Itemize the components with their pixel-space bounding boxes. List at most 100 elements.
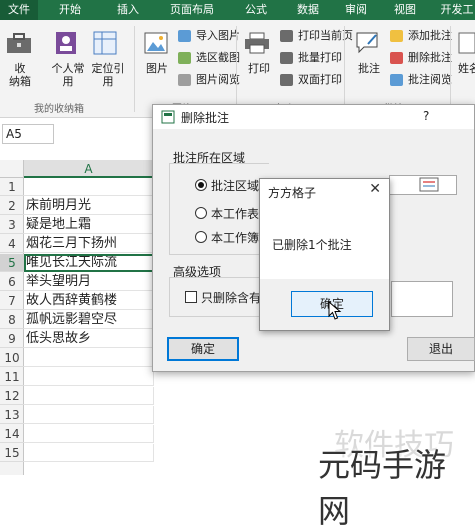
row-header[interactable]: 7 [0, 292, 24, 310]
delete-comment-label: 删除批注 [408, 51, 452, 64]
radio-area[interactable] [195, 179, 207, 191]
select-capture-label: 选区截图 [196, 51, 240, 64]
row-header[interactable]: 9 [0, 330, 24, 348]
cell-a[interactable]: 故人西辞黄鹤楼 [24, 292, 154, 310]
row-header[interactable]: 12 [0, 387, 24, 405]
cell-a[interactable] [24, 349, 154, 367]
picture-browse-icon [178, 74, 191, 86]
comment-button[interactable]: 批注 [354, 62, 384, 75]
cell-a[interactable]: 唯见长江天际流 [24, 254, 154, 272]
locate-ref-button[interactable]: 定位引 用 [88, 62, 128, 88]
cell-a[interactable] [24, 368, 154, 386]
cell-a[interactable]: 烟花三月下扬州 [24, 235, 154, 253]
row-header[interactable]: 11 [0, 368, 24, 386]
close-icon[interactable]: ✕ [369, 181, 381, 197]
tab-file[interactable]: 文件 [0, 0, 38, 20]
select-all-corner[interactable] [0, 160, 24, 178]
cell-a[interactable] [24, 444, 154, 462]
tab-page-layout[interactable]: 页面布局 [160, 0, 224, 20]
row-header[interactable]: 5 [0, 254, 24, 272]
dialog-app-icon [161, 110, 175, 127]
dialog-titlebar: 删除批注 ? [153, 105, 474, 129]
my-toolbox-group-label: 我的收纳箱 [34, 104, 84, 115]
menu-bar: 文件 开始 插入 页面布局 公式 数据 审阅 视图 开发工 [0, 0, 475, 20]
ribbon-separator [236, 26, 237, 112]
delete-comment-icon [390, 52, 403, 64]
row-header[interactable]: 13 [0, 406, 24, 424]
cell-a[interactable] [24, 387, 154, 405]
advanced-text-input[interactable] [391, 281, 453, 317]
row-header-bar: 1 2 3 4 5 6 7 8 9 10 11 12 13 14 15 [0, 178, 24, 475]
batch-print-icon [280, 52, 293, 64]
picture-browse-label: 图片阅览 [196, 73, 240, 86]
select-capture-button[interactable]: 选区截图 [178, 50, 240, 66]
row-header[interactable]: 15 [0, 444, 24, 462]
print-current-icon [280, 30, 293, 42]
dialog-help-button[interactable]: ? [423, 109, 429, 123]
picture-browse-button[interactable]: 图片阅览 [178, 72, 240, 88]
tab-view[interactable]: 视图 [385, 0, 425, 20]
radio-sheet[interactable] [195, 207, 207, 219]
column-header-a[interactable]: A [24, 160, 154, 178]
exit-button[interactable]: 退出 [407, 337, 475, 361]
cell-a[interactable]: 举头望明月 [24, 273, 154, 291]
cell-a[interactable] [24, 178, 154, 196]
tab-review[interactable]: 审阅 [338, 0, 374, 20]
tab-developer[interactable]: 开发工 [437, 0, 475, 20]
tab-data[interactable]: 数据 [288, 0, 328, 20]
batch-print-button[interactable]: 批量打印 [280, 50, 342, 66]
row-header[interactable]: 4 [0, 235, 24, 253]
personal-icon [52, 30, 80, 56]
add-comment-button[interactable]: 添加批注 [390, 28, 452, 44]
locate-ref-icon [92, 30, 118, 56]
ribbon-separator [450, 26, 451, 112]
row-header[interactable]: 6 [0, 273, 24, 291]
tab-insert[interactable]: 插入 [108, 0, 148, 20]
tab-home[interactable]: 开始 [52, 0, 88, 20]
comment-icon [354, 30, 380, 56]
ok-button[interactable]: 确定 [167, 337, 239, 361]
message-box-title: 方方格子 [268, 186, 317, 200]
dialog-title: 删除批注 [181, 111, 230, 125]
duplex-print-button[interactable]: 双面打印 [280, 72, 342, 88]
import-picture-button[interactable]: 导入图片 [178, 28, 240, 44]
comment-browse-button[interactable]: 批注阅览 [390, 72, 452, 88]
row-header[interactable]: 3 [0, 216, 24, 234]
row-header[interactable]: 2 [0, 197, 24, 215]
cell-a[interactable]: 孤帆远影碧空尽 [24, 311, 154, 329]
print-button[interactable]: 打印 [244, 62, 274, 75]
mouse-cursor-icon [328, 300, 342, 324]
picture-button[interactable]: 图片 [142, 62, 172, 75]
cell-a[interactable] [24, 425, 154, 443]
delete-comment-button[interactable]: 删除批注 [390, 50, 452, 66]
toolbox-button[interactable]: 收 纳箱 [6, 62, 34, 88]
cell-a[interactable]: 床前明月光 [24, 197, 154, 215]
comment-browse-icon [390, 74, 403, 86]
range-picker-icon[interactable] [419, 176, 439, 193]
row-header[interactable]: 8 [0, 311, 24, 329]
only-delete-label: 只删除含有 [201, 291, 262, 305]
comment-browse-label: 批注阅览 [408, 73, 452, 86]
row-header[interactable]: 1 [0, 178, 24, 196]
cell-a[interactable] [24, 406, 154, 424]
message-box: 方方格子 ✕ 已删除1个批注 确定 [259, 178, 390, 331]
add-comment-icon [390, 30, 403, 42]
surname-button[interactable]: 姓名 [458, 62, 475, 75]
only-delete-checkbox[interactable] [185, 291, 197, 303]
name-box[interactable]: A5 [2, 124, 54, 144]
print-current-button[interactable]: 打印当前页 [280, 28, 353, 44]
row-header[interactable]: 10 [0, 349, 24, 367]
duplex-print-icon [280, 74, 293, 86]
picture-icon [144, 32, 168, 54]
radio-book[interactable] [195, 231, 207, 243]
tab-formulas[interactable]: 公式 [236, 0, 276, 20]
row-header[interactable]: 14 [0, 425, 24, 443]
personal-button[interactable]: 个人常 用 [48, 62, 88, 88]
cell-a[interactable]: 疑是地上霜 [24, 216, 154, 234]
cell-a[interactable]: 低头思故乡 [24, 330, 154, 348]
watermark-site-name: 元码手游网 [318, 446, 447, 530]
message-box-footer: 确定 [260, 279, 389, 330]
add-comment-label: 添加批注 [408, 29, 452, 42]
capture-icon [178, 52, 191, 64]
toolbox-icon [6, 32, 32, 54]
